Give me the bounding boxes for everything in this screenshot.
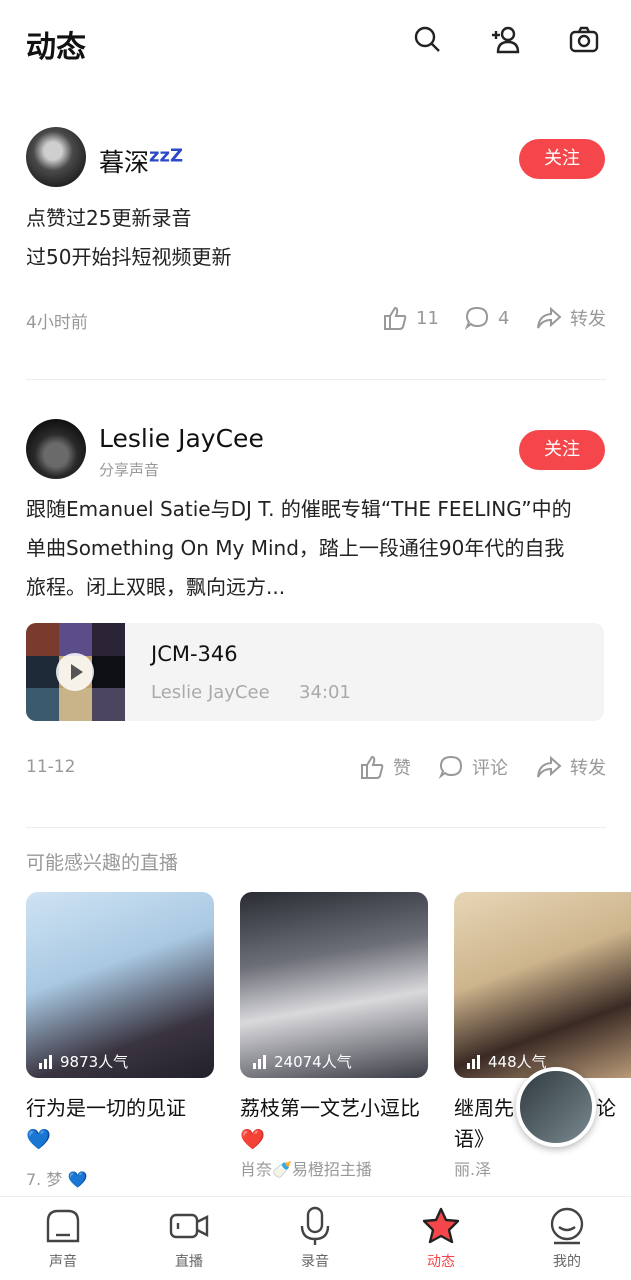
profile-icon	[550, 1207, 584, 1245]
header: 动态	[0, 0, 631, 90]
tab-record[interactable]: 录音	[275, 1205, 355, 1271]
live-host: 丽.泽	[454, 1160, 492, 1179]
like-label: 赞	[393, 758, 411, 779]
live-popularity: 24074人气	[252, 1051, 352, 1072]
live-host: 7. 梦 💙	[26, 1170, 88, 1189]
add-friend-icon[interactable]	[490, 24, 520, 54]
like-button[interactable]: 11	[382, 305, 439, 331]
share-button[interactable]: 转发	[536, 754, 606, 780]
home-icon	[46, 1209, 80, 1243]
avatar[interactable]	[26, 127, 86, 187]
share-label: 转发	[570, 309, 606, 330]
username[interactable]: Leslie JayCee	[99, 424, 264, 453]
live-name[interactable]: 行为是一切的见证 💙	[26, 1093, 226, 1155]
follow-button[interactable]: 关注	[519, 430, 605, 470]
signal-bars-icon	[253, 1054, 266, 1069]
comment-count: 4	[498, 307, 510, 329]
live-popularity: 448人气	[466, 1051, 547, 1072]
follow-button[interactable]: 关注	[519, 139, 605, 179]
username[interactable]: 暮深zzZ	[99, 143, 183, 179]
tab-profile[interactable]: 我的	[527, 1205, 607, 1271]
search-icon[interactable]	[412, 24, 442, 54]
live-card[interactable]: 448人气	[454, 892, 631, 1078]
comment-icon	[464, 306, 489, 330]
track-duration: 34:01	[299, 682, 351, 703]
post-type: 分享声音	[99, 461, 160, 479]
live-host: 肖奈🍼易橙招主播	[240, 1160, 372, 1179]
share-icon	[537, 306, 562, 329]
sleep-zzz: zzZ	[149, 145, 184, 167]
divider	[26, 827, 606, 828]
share-icon	[537, 755, 562, 778]
live-card[interactable]: 24074人气	[240, 892, 428, 1078]
post-text-line: 旅程。闭上双眼，飘向远方...	[26, 575, 286, 599]
live-name[interactable]: 荔枝第一文艺小逗比 ❤️	[240, 1093, 440, 1155]
post-time: 11-12	[26, 757, 76, 777]
avatar[interactable]	[26, 419, 86, 479]
share-button[interactable]: 转发	[536, 305, 606, 331]
microphone-icon	[300, 1206, 330, 1245]
divider	[26, 379, 606, 380]
comment-button[interactable]: 4	[464, 305, 509, 331]
comment-button[interactable]: 评论	[438, 754, 508, 780]
post-text-line: 跟随Emanuel Satie与DJ T. 的催眠专辑“THE FEELING”…	[26, 497, 572, 521]
bottom-tab-bar: 声音 直播 录音 动态 我的	[0, 1196, 631, 1280]
live-popularity: 9873人气	[38, 1051, 128, 1072]
signal-bars-icon	[467, 1054, 480, 1069]
post-text-line: 单曲Something On My Mind，踏上一段通往90年代的自我	[26, 536, 565, 560]
post-text: 点赞过25更新录音 过50开始抖短视频更新	[26, 199, 611, 277]
post-text-line: 过50开始抖短视频更新	[26, 245, 232, 269]
music-card[interactable]: JCM-346 Leslie JayCee 34:01	[26, 623, 604, 721]
thumbs-up-icon	[384, 306, 407, 330]
play-icon[interactable]	[56, 653, 94, 691]
track-title: JCM-346	[151, 642, 238, 666]
floating-player-avatar[interactable]	[516, 1067, 596, 1147]
thumbs-up-icon	[361, 755, 384, 779]
comment-label: 评论	[472, 758, 508, 779]
live-section-title: 可能感兴趣的直播	[26, 852, 179, 874]
post-text: 跟随Emanuel Satie与DJ T. 的催眠专辑“THE FEELING”…	[26, 490, 611, 607]
signal-bars-icon	[39, 1054, 52, 1069]
page-title: 动态	[26, 30, 86, 65]
video-icon	[169, 1213, 209, 1239]
track-artist: Leslie JayCee	[151, 682, 270, 703]
tab-live[interactable]: 直播	[149, 1205, 229, 1271]
tab-moments[interactable]: 动态	[401, 1205, 481, 1271]
camera-icon[interactable]	[569, 24, 599, 54]
post-text-line: 点赞过25更新录音	[26, 206, 192, 230]
post-time: 4小时前	[26, 313, 88, 333]
like-button[interactable]: 赞	[359, 754, 411, 780]
share-label: 转发	[570, 758, 606, 779]
star-icon	[422, 1207, 460, 1244]
comment-icon	[438, 755, 463, 779]
live-card[interactable]: 9873人气	[26, 892, 214, 1078]
tab-sound[interactable]: 声音	[23, 1205, 103, 1271]
like-count: 11	[416, 307, 439, 329]
